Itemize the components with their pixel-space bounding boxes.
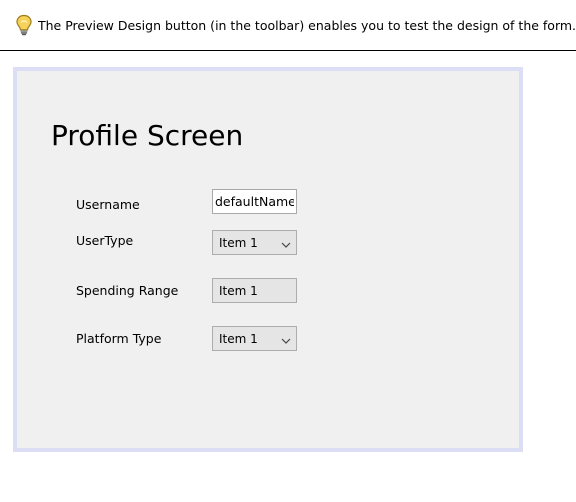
spending-range-dropdown[interactable]: Item 1 <box>212 278 297 303</box>
username-input[interactable] <box>212 189 297 214</box>
hint-bar: The Preview Design button (in the toolba… <box>0 0 576 51</box>
spending-range-selected-value: Item 1 <box>219 284 258 298</box>
hint-text: The Preview Design button (in the toolba… <box>38 18 576 33</box>
lightbulb-icon <box>14 14 34 36</box>
chevron-down-icon <box>281 334 291 344</box>
user-type-dropdown[interactable]: Item 1 <box>212 230 297 255</box>
form-title: Profile Screen <box>51 119 244 152</box>
platform-type-label: Platform Type <box>76 331 162 346</box>
user-type-selected-value: Item 1 <box>219 236 258 250</box>
user-type-label: UserType <box>76 233 134 248</box>
platform-type-selected-value: Item 1 <box>219 332 258 346</box>
spending-range-label: Spending Range <box>76 283 179 298</box>
form-preview-frame: Profile Screen Username UserType Item 1 … <box>13 67 523 452</box>
chevron-down-icon <box>281 238 291 248</box>
username-label: Username <box>76 197 140 212</box>
platform-type-dropdown[interactable]: Item 1 <box>212 326 297 351</box>
